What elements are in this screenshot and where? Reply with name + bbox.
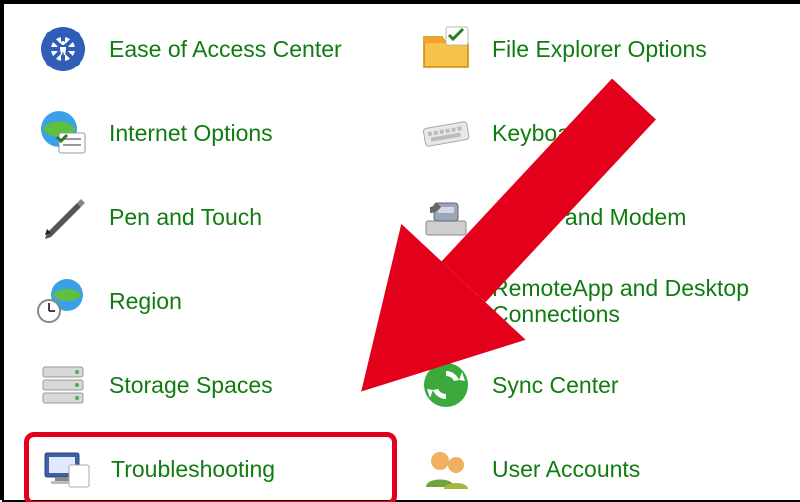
remoteapp-icon — [418, 273, 474, 329]
ease-of-access-icon — [35, 21, 91, 77]
item-label: Internet Options — [109, 120, 273, 146]
item-remoteapp[interactable]: RemoteApp and Desktop Connections — [407, 264, 780, 338]
item-label: Storage Spaces — [109, 372, 273, 398]
sync-center-icon — [418, 357, 474, 413]
folder-options-icon — [418, 21, 474, 77]
item-label: User Accounts — [492, 456, 640, 482]
item-label: RemoteApp and Desktop Connections — [492, 275, 769, 328]
item-sync-center[interactable]: Sync Center — [407, 348, 780, 422]
storage-spaces-icon — [35, 357, 91, 413]
item-label: File Explorer Options — [492, 36, 707, 62]
phone-modem-icon — [418, 189, 474, 245]
item-user-accounts[interactable]: User Accounts — [407, 432, 780, 502]
item-file-explorer-options[interactable]: File Explorer Options — [407, 12, 780, 86]
item-label: Troubleshooting — [111, 456, 275, 482]
region-icon — [35, 273, 91, 329]
item-storage-spaces[interactable]: Storage Spaces — [24, 348, 397, 422]
internet-options-icon — [35, 105, 91, 161]
item-troubleshooting[interactable]: Troubleshooting — [24, 432, 397, 502]
item-internet-options[interactable]: Internet Options — [24, 96, 397, 170]
item-label: Sync Center — [492, 372, 619, 398]
item-label: Pen and Touch — [109, 204, 262, 230]
item-pen-and-touch[interactable]: Pen and Touch — [24, 180, 397, 254]
item-region[interactable]: Region — [24, 264, 397, 338]
item-label: Region — [109, 288, 182, 314]
troubleshooting-icon — [37, 441, 93, 497]
item-label: Ease of Access Center — [109, 36, 342, 62]
pen-icon — [35, 189, 91, 245]
keyboard-icon — [418, 105, 474, 161]
item-label: Keyboard — [492, 120, 590, 146]
user-accounts-icon — [418, 441, 474, 497]
item-ease-of-access[interactable]: Ease of Access Center — [24, 12, 397, 86]
item-keyboard[interactable]: Keyboard — [407, 96, 780, 170]
item-label: Phone and Modem — [492, 204, 686, 230]
item-phone-and-modem[interactable]: Phone and Modem — [407, 180, 780, 254]
control-panel-items: { "items": [ {"id":"ease-of-access","lab… — [4, 4, 800, 500]
